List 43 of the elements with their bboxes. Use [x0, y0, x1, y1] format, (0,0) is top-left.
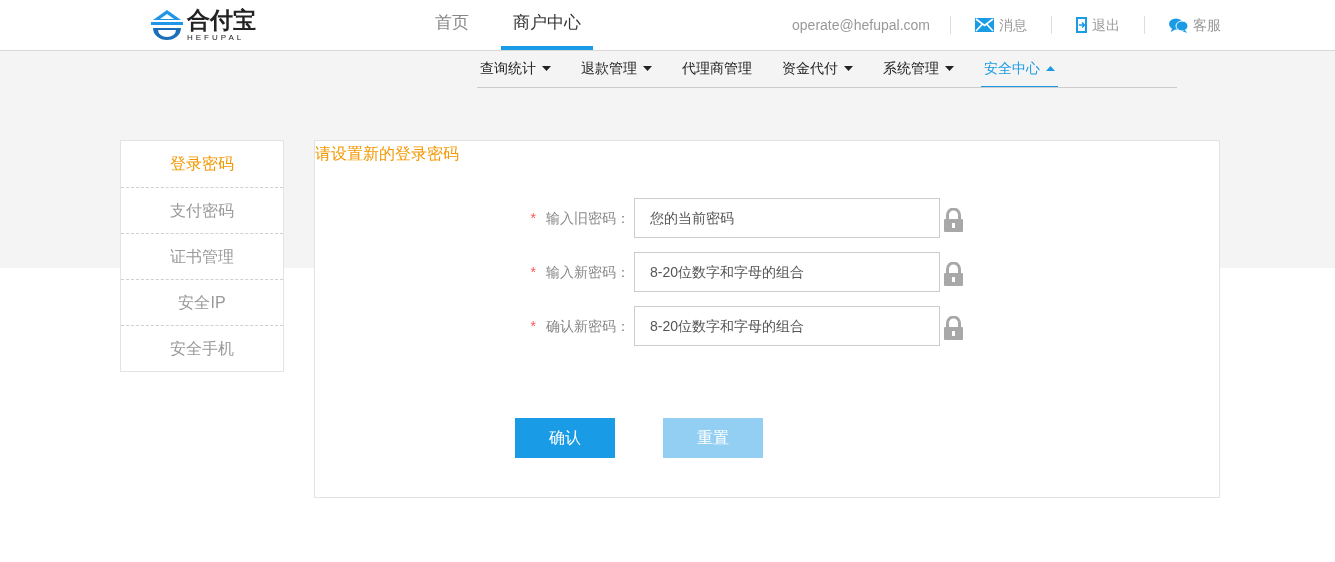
caret-down-icon: [844, 66, 853, 71]
nav-tab[interactable]: 商户中心: [501, 0, 593, 50]
user-email: operate@hefupal.com: [792, 15, 931, 35]
field-label: 确认新密码：: [546, 316, 630, 336]
lock-icon: [944, 262, 963, 286]
header-link[interactable]: 客服: [1145, 14, 1221, 36]
chat-icon: [1169, 17, 1188, 33]
exit-icon: [1076, 17, 1087, 33]
envelope-icon: [975, 18, 994, 32]
header-link[interactable]: 退出: [1052, 14, 1144, 36]
confirm-button[interactable]: 确认: [515, 418, 615, 458]
menu-tab[interactable]: 安全中心: [981, 51, 1058, 87]
required-mark: *: [530, 208, 536, 228]
menu-tab[interactable]: 资金代付: [779, 51, 856, 87]
logo-icon: [150, 8, 184, 42]
password-field[interactable]: 8-20位数字和字母的组合: [634, 252, 940, 292]
side-menu-item[interactable]: 登录密码: [121, 141, 283, 187]
side-menu-item[interactable]: 安全手机: [121, 325, 283, 371]
form-title: 请设置新的登录密码: [315, 146, 460, 162]
required-mark: *: [530, 262, 536, 282]
password-field[interactable]: 您的当前密码: [634, 198, 940, 238]
header-link[interactable]: 消息: [951, 14, 1051, 36]
field-label: 输入旧密码：: [546, 208, 630, 228]
lock-icon: [944, 316, 963, 340]
menu-tab[interactable]: 退款管理: [578, 51, 655, 87]
caret-up-icon: [1046, 66, 1055, 71]
lock-icon: [944, 208, 963, 232]
side-menu-item[interactable]: 安全IP: [121, 279, 283, 325]
nav-tab[interactable]: 首页: [423, 0, 481, 50]
reset-button[interactable]: 重置: [663, 418, 763, 458]
caret-down-icon: [643, 66, 652, 71]
field-label: 输入新密码：: [546, 262, 630, 282]
side-menu-item[interactable]: 证书管理: [121, 233, 283, 279]
password-field[interactable]: 8-20位数字和字母的组合: [634, 306, 940, 346]
caret-down-icon: [542, 66, 551, 71]
menu-tab[interactable]: 查询统计: [477, 51, 554, 87]
menu-tab[interactable]: 系统管理: [880, 51, 957, 87]
caret-down-icon: [945, 66, 954, 71]
required-mark: *: [530, 316, 536, 336]
logo-name: 合付宝: [187, 8, 256, 32]
menu-tab[interactable]: 代理商管理: [679, 51, 755, 87]
logo-subtitle: HEFUPAL: [187, 33, 246, 42]
side-menu-item[interactable]: 支付密码: [121, 187, 283, 233]
